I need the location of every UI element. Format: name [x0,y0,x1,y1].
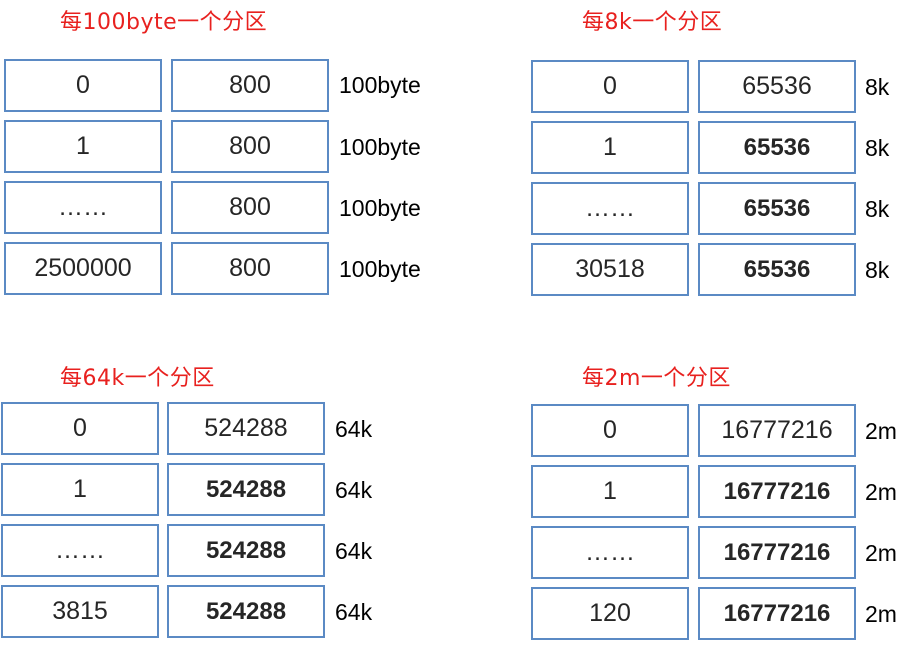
index-cell: 0 [531,404,689,457]
size-cell: 524288 [167,402,325,455]
size-unit-label: 64k [335,538,373,564]
size-cell: 16777216 [698,587,856,640]
index-cell: 2500000 [4,242,162,295]
index-cell: 0 [531,60,689,113]
index-cell: 0 [1,402,159,455]
size-unit-label: 8k [865,257,890,283]
size-cell: 800 [171,59,329,112]
index-cell: 1 [531,121,689,174]
size-unit-label: 64k [335,416,373,442]
size-unit-label: 2m [865,479,897,505]
size-unit-label: 100byte [339,134,421,160]
size-cell: 65536 [698,182,856,235]
index-cell: 1 [531,465,689,518]
index-cell: 3815 [1,585,159,638]
size-cell: 65536 [698,121,856,174]
size-unit-label: 8k [865,196,890,222]
index-cell: 120 [531,587,689,640]
index-cell: 1 [1,463,159,516]
index-cell: …… [531,182,689,235]
size-unit-label: 100byte [339,195,421,221]
size-cell: 524288 [167,524,325,577]
size-cell: 16777216 [698,404,856,457]
size-cell: 16777216 [698,465,856,518]
size-unit-label: 8k [865,135,890,161]
panel-title: 每64k一个分区 [60,366,215,391]
index-cell: …… [531,526,689,579]
size-cell: 16777216 [698,526,856,579]
panel-title: 每2m一个分区 [582,366,731,391]
size-cell: 800 [171,242,329,295]
size-cell: 65536 [698,243,856,296]
size-cell: 524288 [167,585,325,638]
size-unit-label: 100byte [339,256,421,282]
size-cell: 800 [171,120,329,173]
index-cell: 30518 [531,243,689,296]
size-cell: 524288 [167,463,325,516]
index-cell: …… [4,181,162,234]
index-cell: 1 [4,120,162,173]
size-cell: 800 [171,181,329,234]
size-unit-label: 64k [335,477,373,503]
panel-title: 每8k一个分区 [582,10,723,35]
index-cell: …… [1,524,159,577]
panel-title: 每100byte一个分区 [60,10,268,35]
size-unit-label: 64k [335,599,373,625]
size-unit-label: 2m [865,540,897,566]
index-cell: 0 [4,59,162,112]
size-cell: 65536 [698,60,856,113]
size-unit-label: 2m [865,601,897,627]
size-unit-label: 2m [865,418,897,444]
size-unit-label: 100byte [339,72,421,98]
size-unit-label: 8k [865,74,890,100]
